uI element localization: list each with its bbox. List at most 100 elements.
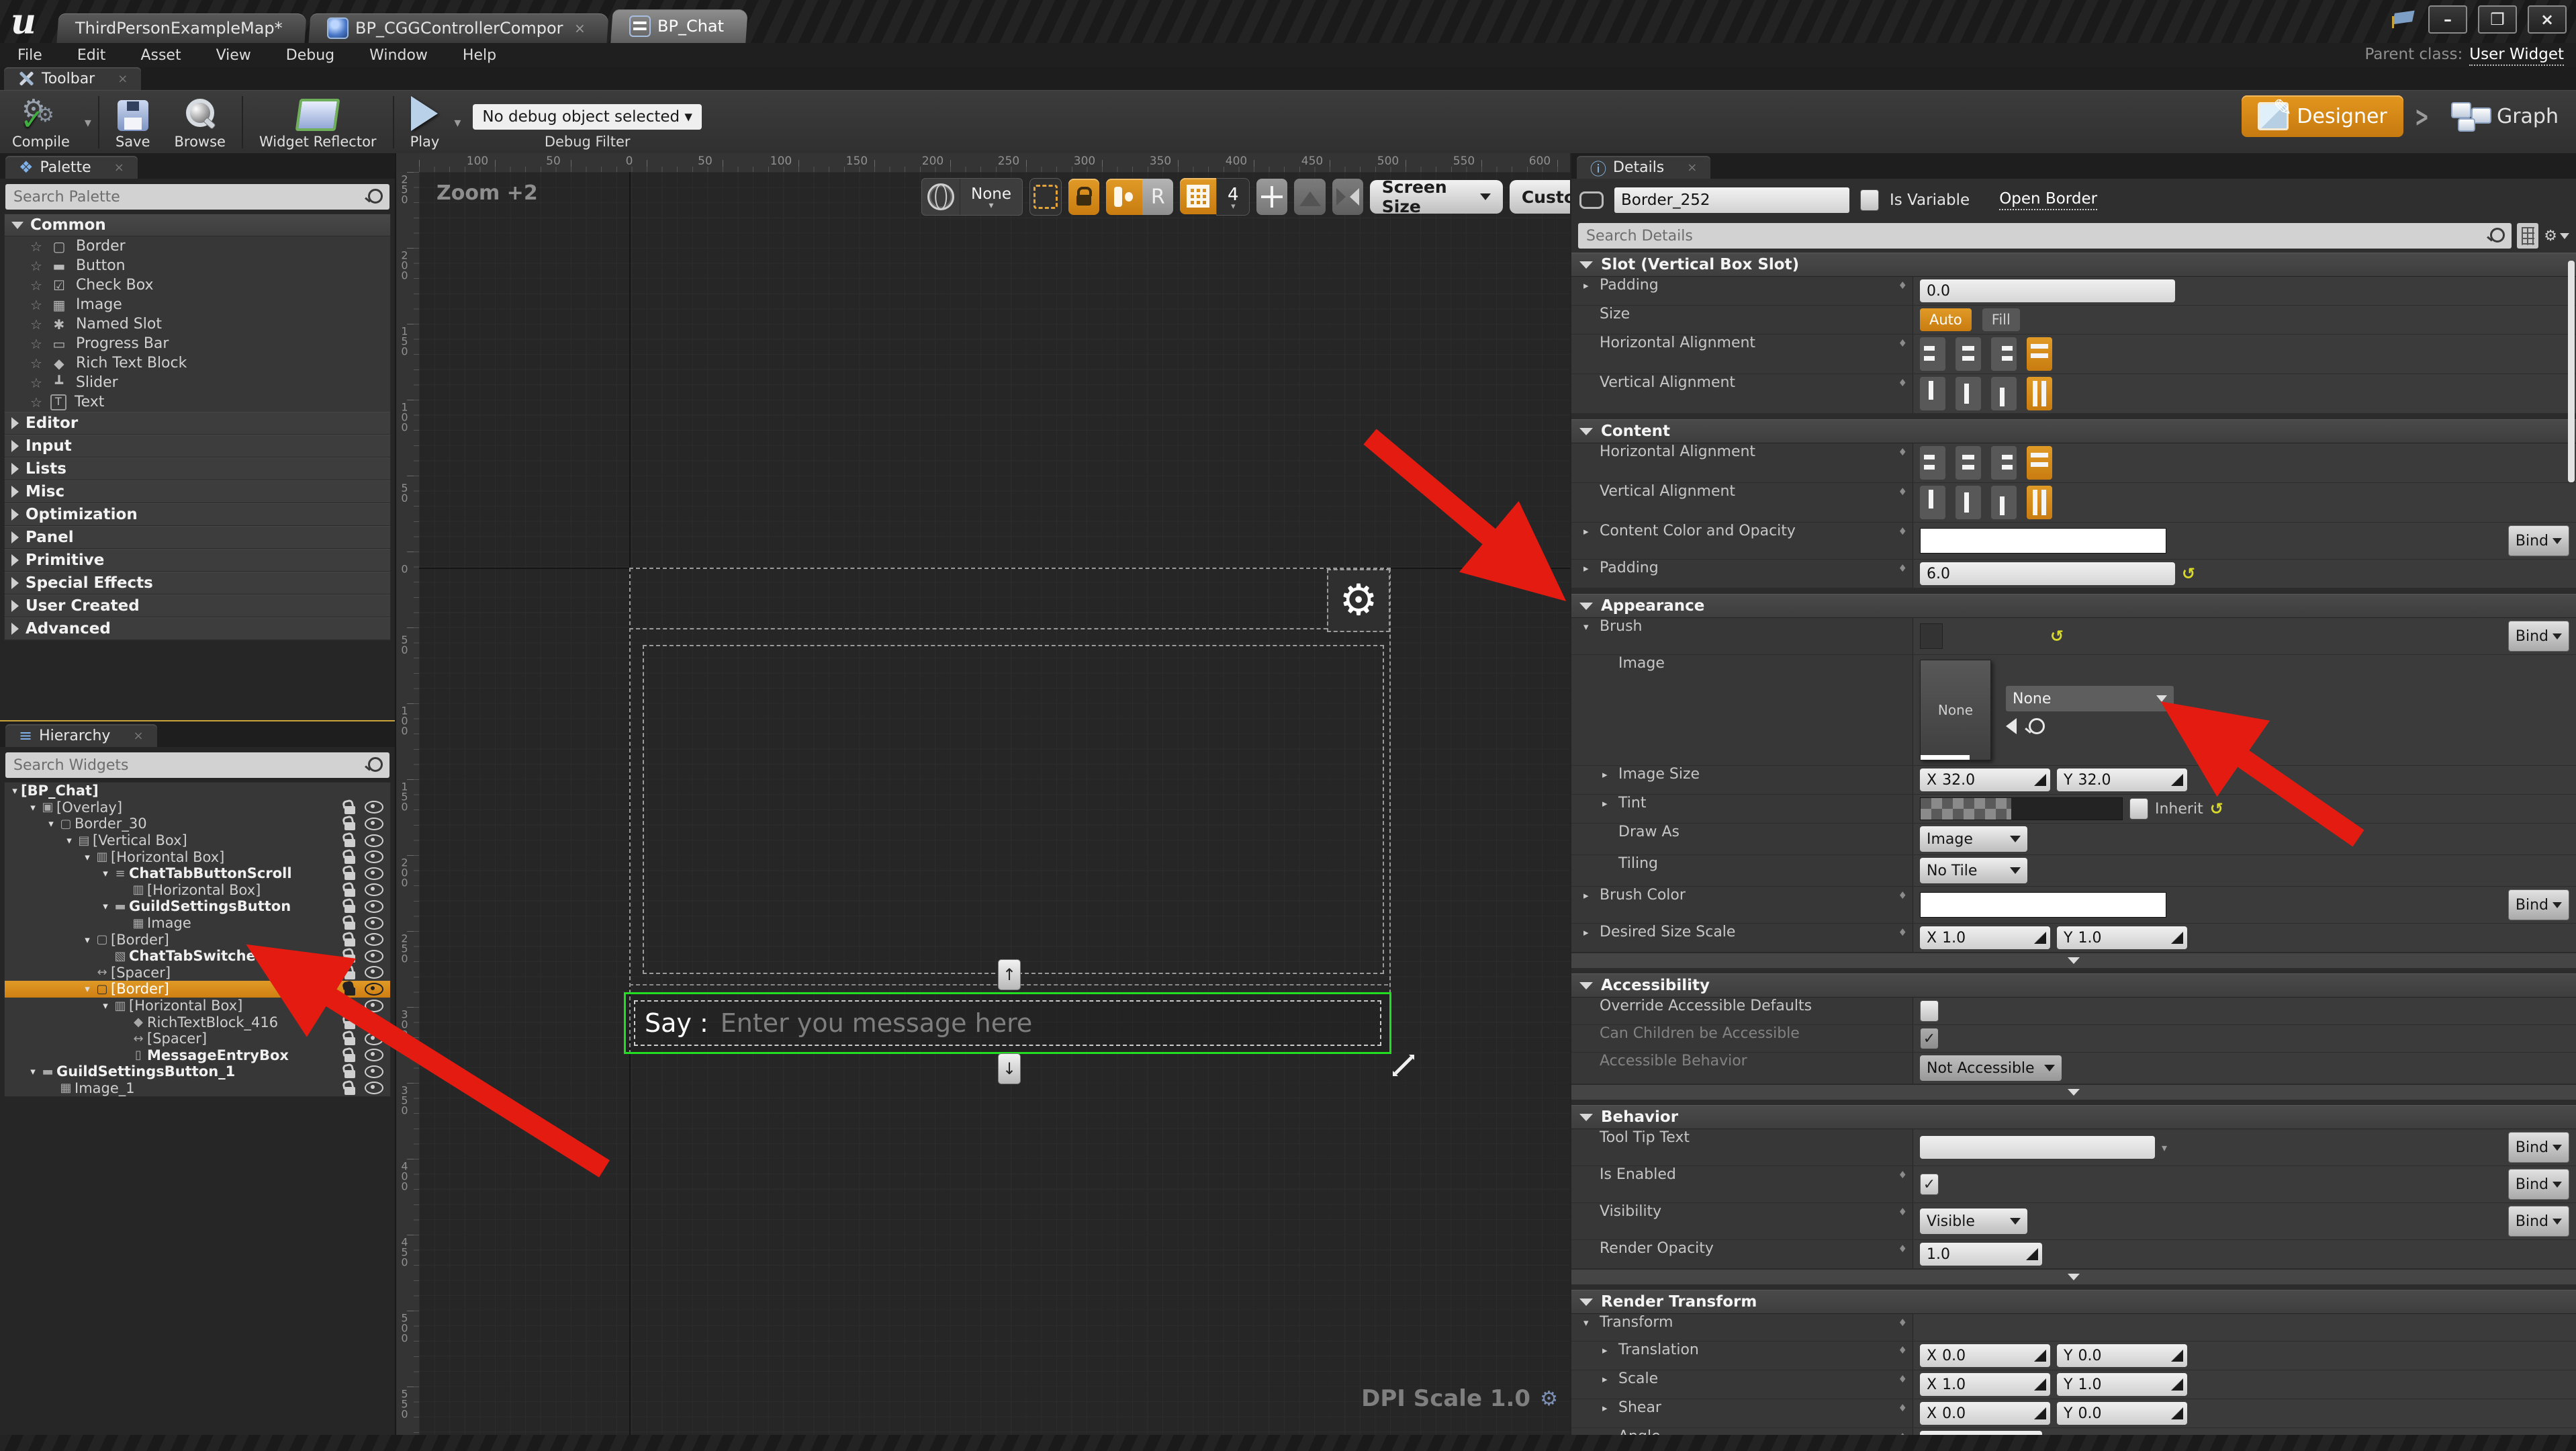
number-field[interactable]: X32.0	[1920, 768, 2050, 791]
brush-preview[interactable]	[1920, 623, 1943, 649]
valign-option-2[interactable]	[1991, 377, 2017, 410]
number-field[interactable]: X1.0	[1920, 926, 2050, 949]
number-field[interactable]: Y1.0	[2057, 1373, 2187, 1396]
widget-reflector-button[interactable]: Widget Reflector	[247, 91, 389, 154]
close-icon[interactable]: ×	[114, 161, 124, 175]
dropdown-visibility[interactable]: Visible	[1920, 1208, 2027, 1234]
visibility-eye-icon[interactable]	[365, 917, 383, 930]
section-appearance[interactable]: Appearance	[1571, 594, 2576, 618]
palette-section-optimization[interactable]: Optimization	[5, 503, 390, 526]
lock-icon[interactable]	[344, 1037, 355, 1045]
play-button[interactable]: Play	[398, 91, 452, 154]
expander-icon[interactable]: ▸	[1583, 279, 1600, 292]
palette-section-input[interactable]: Input	[5, 435, 390, 457]
hierarchy-search-input[interactable]: Search Widgets	[5, 752, 389, 778]
number-input[interactable]: 0.0	[1920, 279, 2175, 302]
tint-color-bar[interactable]	[1920, 797, 2123, 820]
section-render-transform[interactable]: Render Transform	[1571, 1290, 2576, 1314]
hierarchy-row-spacer[interactable]: ↔[Spacer]	[5, 1030, 390, 1047]
menu-view[interactable]: View	[199, 47, 269, 64]
hierarchy-row-horizontal-box[interactable]: ▾▥[Horizontal Box]	[5, 848, 390, 865]
graph-mode-button[interactable]: Graph	[2440, 95, 2569, 137]
bind-button[interactable]: Bind	[2508, 621, 2569, 652]
message-entry-outline[interactable]: Say : Enter you message here	[634, 1000, 1381, 1046]
favorite-star-icon[interactable]: ☆	[30, 316, 42, 333]
visibility-eye-icon[interactable]	[365, 983, 383, 996]
close-icon[interactable]: ×	[1687, 161, 1697, 175]
valign-option-3[interactable]	[2027, 486, 2052, 519]
dropdown-draw-as[interactable]: Image	[1920, 826, 2027, 852]
chat-area-outline[interactable]	[643, 645, 1384, 974]
image-asset-dropdown[interactable]: None	[2006, 686, 2174, 711]
valign-option-1[interactable]	[1956, 486, 1981, 519]
hierarchy-row-chattabswitcher[interactable]: ▧ChatTabSwitcher	[5, 948, 390, 965]
reset-icon[interactable]: ↺	[2050, 627, 2064, 646]
visibility-eye-icon[interactable]	[365, 1032, 383, 1045]
hierarchy-row-bp-chat[interactable]: ▾[BP_Chat]	[5, 783, 390, 799]
palette-item-named-slot[interactable]: ☆✱Named Slot	[5, 314, 390, 334]
expander-icon[interactable]: ▸	[1602, 1344, 1618, 1356]
checkbox-is-enabled[interactable]: ✓	[1920, 1174, 1939, 1195]
lock-icon[interactable]	[344, 1054, 355, 1062]
number-field[interactable]: Y0.0	[2057, 1344, 2187, 1367]
lock-icon[interactable]	[344, 955, 355, 963]
toolbar-tab[interactable]: Toolbar ×	[4, 67, 141, 90]
lock-icon[interactable]	[344, 987, 355, 996]
hierarchy-row-guildsettingsbutton-1[interactable]: ▾▬GuildSettingsButton_1	[5, 1063, 390, 1080]
favorite-star-icon[interactable]: ☆	[30, 258, 42, 274]
palette-section-editor[interactable]: Editor	[5, 412, 390, 435]
lock-icon[interactable]	[344, 872, 355, 880]
palette-item-slider[interactable]: ☆┻Slider	[5, 373, 390, 392]
section-content[interactable]: Content	[1571, 419, 2576, 443]
bind-button[interactable]: Bind	[2508, 525, 2569, 556]
expander-icon[interactable]: ▾	[99, 867, 111, 879]
expander-icon[interactable]: ▾	[45, 818, 57, 830]
expander-icon[interactable]: ▾	[81, 983, 93, 995]
menu-asset[interactable]: Asset	[123, 47, 198, 64]
expander-icon[interactable]: ▸	[1583, 926, 1600, 938]
valign-option-2[interactable]	[1991, 486, 2017, 519]
chevron-down-icon[interactable]: ▾	[85, 114, 91, 130]
valign-option-1[interactable]	[1956, 377, 1981, 410]
spinner-icon[interactable]	[2171, 932, 2183, 944]
details-search-input[interactable]: Search Details	[1578, 223, 2512, 249]
spinner-icon[interactable]	[2034, 774, 2046, 786]
visibility-eye-icon[interactable]	[365, 850, 383, 863]
minimize-button[interactable]: –	[2428, 5, 2467, 34]
menu-edit[interactable]: Edit	[60, 47, 124, 64]
visibility-eye-icon[interactable]	[365, 1049, 383, 1061]
color-swatch[interactable]	[1920, 892, 2166, 918]
spinner-icon[interactable]	[2026, 1248, 2038, 1260]
expander-icon[interactable]: ▾	[27, 801, 39, 814]
visibility-eye-icon[interactable]	[365, 867, 383, 880]
dropdown-tiling[interactable]: No Tile	[1920, 858, 2027, 883]
menu-file[interactable]: File	[0, 47, 60, 64]
hierarchy-row-guildsettingsbutton[interactable]: ▾▬GuildSettingsButton	[5, 898, 390, 915]
checkbox-can-children-be-accessible[interactable]: ✓	[1920, 1028, 1939, 1049]
visibility-eye-icon[interactable]	[365, 900, 383, 913]
save-button[interactable]: Save	[103, 91, 163, 154]
spinner-icon[interactable]	[2034, 1350, 2046, 1362]
palette-item-image[interactable]: ☆▦Image	[5, 295, 390, 314]
halign-option-2[interactable]	[1991, 337, 2017, 371]
designer-mode-button[interactable]: Designer	[2242, 95, 2403, 137]
number-field[interactable]: Y32.0	[2057, 768, 2187, 791]
number-field[interactable]: Y0.0	[2057, 1402, 2187, 1425]
hierarchy-row-border-30[interactable]: ▾▢Border_30	[5, 816, 390, 832]
hierarchy-row-overlay[interactable]: ▾▣[Overlay]	[5, 799, 390, 816]
browse-asset-icon[interactable]	[2029, 718, 2045, 734]
lock-icon[interactable]	[344, 806, 355, 814]
r-toggle-button[interactable]: R	[1142, 179, 1173, 215]
palette-section-panel[interactable]: Panel	[5, 526, 390, 549]
visibility-eye-icon[interactable]	[365, 818, 383, 830]
visibility-eye-icon[interactable]	[365, 883, 383, 896]
resize-handle-down[interactable]: ↓	[998, 1053, 1021, 1084]
expander-icon[interactable]: ▾	[27, 1065, 39, 1078]
visibility-eye-icon[interactable]	[365, 950, 383, 963]
halign-option-0[interactable]	[1920, 446, 1945, 480]
document-tab-1[interactable]: ThirdPersonExampleMap*	[56, 13, 306, 43]
palette-item-border[interactable]: ☆▢Border	[5, 236, 390, 256]
image-thumbnail[interactable]: None	[1920, 660, 1991, 760]
favorite-star-icon[interactable]: ☆	[30, 355, 42, 371]
number-field[interactable]: X0.0	[1920, 1402, 2050, 1425]
